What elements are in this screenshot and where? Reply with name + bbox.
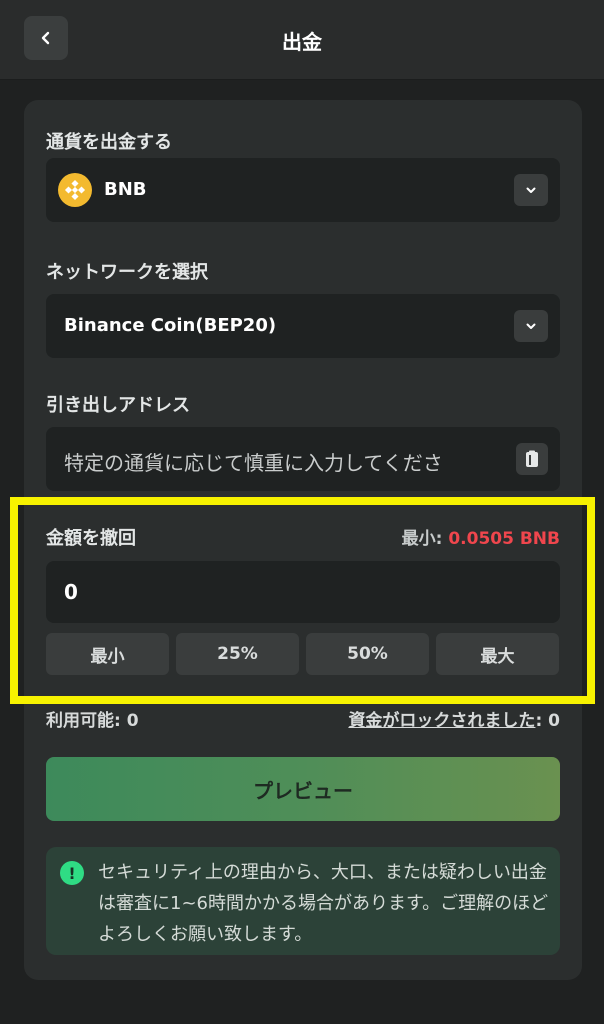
- network-dropdown-button[interactable]: [514, 310, 548, 342]
- available-label: 利用可能:: [46, 711, 127, 731]
- network-label: ネットワークを選択: [46, 262, 208, 283]
- minimum-note: 最小: 0.0505 BNB: [402, 524, 560, 549]
- available-value: 0: [126, 711, 139, 731]
- balance-row: 利用可能: 0 資金がロックされました: 0: [46, 706, 560, 731]
- address-label: 引き出しアドレス: [46, 395, 190, 416]
- amount-value: 0: [64, 580, 78, 604]
- locked-value: 0: [548, 711, 560, 731]
- 25-percent-button[interactable]: 25%: [176, 633, 299, 675]
- amount-label-row: 金額を撤回 最小: 0.0505 BNB: [46, 524, 560, 549]
- min-amount-button[interactable]: 最小: [46, 633, 169, 675]
- exclamation-icon: !: [60, 861, 84, 885]
- currency-select[interactable]: BNB: [46, 158, 560, 222]
- clipboard-icon: [526, 450, 538, 467]
- chevron-down-icon: [526, 323, 536, 329]
- currency-dropdown-button[interactable]: [514, 174, 548, 206]
- security-notice: ! セキュリティ上の理由から、大口、または疑わしい出金は審査に1~6時間かかる場…: [46, 847, 560, 955]
- bnb-coin-icon: [58, 173, 92, 207]
- locked-funds-link[interactable]: 資金がロックされました: [348, 711, 535, 731]
- currency-label: 通貨を出金する: [46, 132, 172, 153]
- 50-percent-button[interactable]: 50%: [306, 633, 429, 675]
- minimum-value: 0.0505 BNB: [448, 529, 560, 549]
- currency-value: BNB: [104, 179, 147, 200]
- address-placeholder: 特定の通貨に応じて慎重に入力してくださ: [64, 451, 443, 475]
- available-balance: 利用可能: 0: [46, 706, 139, 731]
- locked-funds: 資金がロックされました: 0: [348, 706, 560, 731]
- network-select[interactable]: Binance Coin(BEP20): [46, 294, 560, 358]
- page-title: 出金: [282, 30, 322, 54]
- amount-label: 金額を撤回: [46, 528, 136, 549]
- notice-text: セキュリティ上の理由から、大口、または疑わしい出金は審査に1~6時間かかる場合が…: [98, 862, 549, 945]
- amount-input[interactable]: 0: [46, 561, 560, 623]
- preview-button[interactable]: プレビュー: [46, 757, 560, 821]
- top-bar: 出金: [0, 0, 604, 80]
- locked-separator: :: [535, 711, 549, 731]
- max-amount-button[interactable]: 最大: [436, 633, 559, 675]
- paste-button[interactable]: [516, 443, 548, 475]
- chevron-down-icon: [526, 187, 536, 193]
- network-value: Binance Coin(BEP20): [64, 315, 277, 336]
- address-input[interactable]: 特定の通貨に応じて慎重に入力してくださ: [46, 427, 560, 491]
- minimum-prefix: 最小:: [401, 529, 449, 549]
